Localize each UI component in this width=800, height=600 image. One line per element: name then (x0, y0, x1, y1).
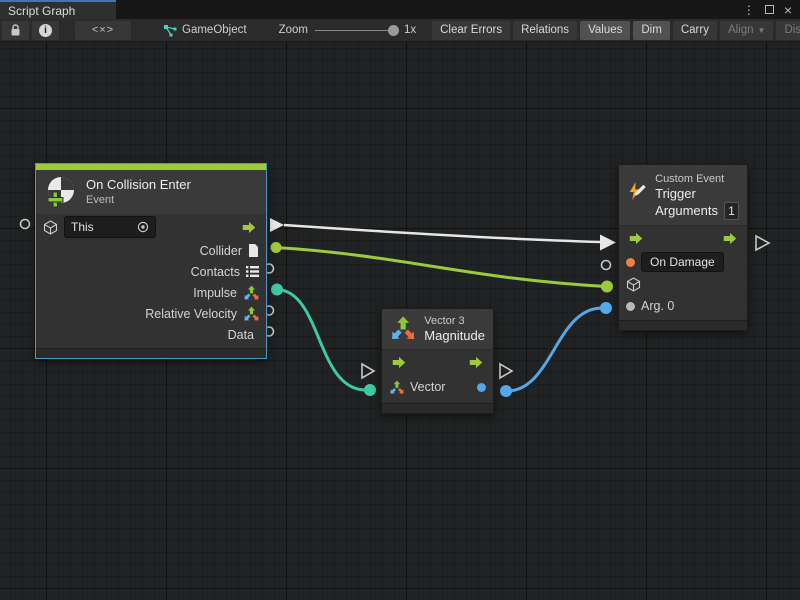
graph-icon (163, 24, 177, 37)
arguments-label: Arguments (655, 203, 718, 219)
flow-row (619, 225, 747, 251)
port-row-arg0: Arg. 0 (619, 295, 747, 317)
clear-errors-button[interactable]: Clear Errors (432, 21, 510, 40)
port-row-target (619, 273, 747, 295)
wire-impulse[interactable] (277, 290, 366, 391)
tab-script-graph[interactable]: Script Graph (0, 0, 116, 19)
object-picker-icon[interactable] (137, 221, 149, 233)
wire-collider[interactable] (276, 248, 606, 287)
lock-button[interactable] (2, 21, 29, 40)
flow-in-arrow-icon[interactable] (626, 232, 646, 245)
zoom-slider-handle[interactable] (388, 25, 399, 36)
collider-out-port[interactable] (271, 242, 282, 253)
chevron-down-icon: ▼ (758, 26, 766, 35)
node-on-collision-enter[interactable]: On Collision Enter Event This (35, 163, 267, 359)
magnitude-flow-in-port[interactable] (362, 364, 374, 378)
tab-label: Script Graph (8, 4, 75, 18)
node-header: On Collision Enter Event (36, 170, 266, 214)
node-title: Trigger (655, 186, 739, 202)
node-title: On Collision Enter (86, 177, 191, 193)
vector3-icon (243, 285, 259, 301)
arg0-inner-dot[interactable] (626, 302, 635, 311)
zoom-value: 1x (404, 24, 416, 36)
port-row-impulse: Impulse (36, 282, 266, 303)
wire-flow-arrowhead (600, 235, 616, 251)
vector3-icon (389, 380, 404, 395)
values-toggle[interactable]: Values (580, 21, 630, 40)
relations-button[interactable]: Relations (513, 21, 577, 40)
vector3-icon (390, 315, 416, 343)
flow-row (382, 349, 493, 374)
maximize-icon[interactable] (765, 5, 774, 14)
port-row-relative-velocity: Relative Velocity (36, 303, 266, 324)
cube-icon (626, 277, 641, 292)
vector3-icon (243, 306, 259, 322)
distribute-dropdown[interactable]: Distribute ▼ (776, 21, 800, 40)
code-preview-button[interactable]: <×> (75, 21, 131, 40)
event-input-port[interactable] (21, 220, 30, 229)
zoom-label: Zoom (279, 24, 308, 36)
wire-magnitude[interactable] (507, 308, 602, 391)
port-row-vector: Vector (382, 374, 493, 400)
port-row-data: Data (36, 324, 266, 345)
list-icon (246, 266, 259, 277)
node-footer (36, 348, 266, 358)
node-header: Vector 3 Magnitude (382, 309, 493, 349)
node-vector3-magnitude[interactable]: Vector 3 Magnitude Vector (381, 308, 494, 414)
event-name-inner-dot[interactable] (626, 258, 635, 267)
port-row-contacts: Contacts (36, 261, 266, 282)
collision-event-icon (44, 175, 78, 209)
window-menu-icon[interactable]: ⋮ (743, 4, 755, 16)
node-trigger-custom-event[interactable]: Custom Event Trigger Arguments 1 (618, 164, 748, 331)
flow-in-arrow-icon[interactable] (389, 356, 409, 369)
document-icon (248, 244, 259, 257)
self-target-row: This (36, 214, 266, 240)
node-category: Custom Event (655, 172, 739, 186)
script-graph-window: Script Graph ⋮ × i <×> (0, 0, 800, 600)
self-target-field[interactable]: This (64, 216, 156, 238)
node-footer (619, 320, 747, 330)
trigger-flow-out-port[interactable] (756, 236, 769, 250)
flow-out-arrow-icon[interactable] (466, 356, 486, 369)
trigger-name-in-port[interactable] (602, 261, 611, 270)
code-icon: <×> (92, 24, 114, 36)
cube-icon (43, 220, 58, 235)
magnitude-vector-in-port[interactable] (364, 384, 376, 396)
graph-target[interactable]: GameObject (163, 24, 247, 37)
node-footer (382, 403, 493, 413)
node-header: Custom Event Trigger Arguments 1 (619, 165, 747, 225)
node-subtitle: Event (86, 193, 191, 207)
dim-toggle[interactable]: Dim (633, 21, 669, 40)
magnitude-flow-out-port[interactable] (500, 364, 512, 378)
wire-flow[interactable] (284, 225, 601, 242)
info-icon: i (39, 24, 52, 37)
event-name-field[interactable]: On Damage (641, 252, 724, 272)
zoom-slider[interactable] (315, 30, 397, 31)
flow-out-arrow-icon[interactable] (720, 232, 740, 245)
graph-target-label: GameObject (182, 24, 247, 36)
info-button[interactable]: i (32, 21, 59, 40)
custom-event-icon (627, 176, 647, 208)
graph-canvas[interactable]: On Collision Enter Event This (0, 42, 800, 600)
node-category: Vector 3 (424, 314, 485, 328)
align-dropdown[interactable]: Align ▼ (720, 21, 774, 40)
magnitude-inner-out-dot[interactable] (477, 383, 486, 392)
trigger-target-in-port[interactable] (601, 281, 613, 293)
event-flow-out-port[interactable] (270, 218, 284, 232)
node-title: Magnitude (424, 328, 485, 344)
port-row-collider: Collider (36, 240, 266, 261)
padlock-icon (10, 24, 21, 37)
close-icon[interactable]: × (784, 3, 792, 17)
port-row-event-name: On Damage (619, 251, 747, 273)
trigger-arg0-in-port[interactable] (600, 302, 612, 314)
carry-toggle[interactable]: Carry (673, 21, 717, 40)
impulse-out-port[interactable] (271, 284, 283, 296)
flow-out-arrow-icon[interactable] (239, 221, 259, 234)
graph-toolbar: i <×> GameObject Zoom 1x Clear Errors (0, 19, 800, 42)
titlebar: Script Graph ⋮ × (0, 0, 800, 19)
magnitude-result-out-port[interactable] (500, 385, 512, 397)
arguments-count-field[interactable]: 1 (724, 202, 739, 220)
